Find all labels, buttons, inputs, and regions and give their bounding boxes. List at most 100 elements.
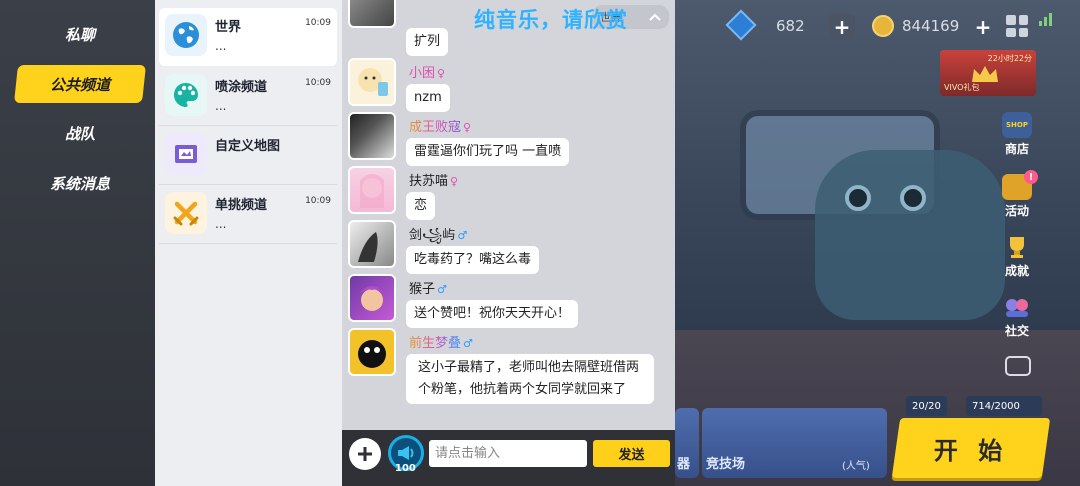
gender-male-icon: ♂ xyxy=(457,229,468,242)
achievement-label: 成就 xyxy=(1004,264,1029,278)
message-bubble: 这小子最精了，老师叫他去隔壁班借两个粉笔，他抗着两个女同学就回来了 xyxy=(406,354,654,404)
avatar[interactable] xyxy=(348,0,396,28)
robot-eye-left xyxy=(845,185,871,211)
palette-icon xyxy=(165,74,207,116)
vivo-label: VIVO礼包 xyxy=(944,83,980,92)
globe-icon xyxy=(165,14,207,56)
add-coins-button[interactable]: + xyxy=(970,14,996,40)
sender-name: 小困 ♀ xyxy=(409,62,445,81)
nav-system-messages[interactable]: 系统消息 xyxy=(16,164,144,202)
vivo-gift-banner[interactable]: 22小时22分 VIVO礼包 xyxy=(940,50,1036,96)
avatar[interactable] xyxy=(348,220,396,268)
sender-name-text: 小困 xyxy=(409,66,436,81)
sender-name-text: 猴子 xyxy=(409,282,436,297)
channel-preview: ... xyxy=(215,99,227,113)
channel-custom-map[interactable]: 自定义地图 xyxy=(159,127,337,185)
sender-name: 猴子 ♂ xyxy=(409,278,447,297)
mode-label: 器 xyxy=(677,457,691,472)
avatar[interactable] xyxy=(348,166,396,214)
shop-sign-text: SHOP xyxy=(1006,121,1028,129)
nav-public-channel[interactable]: 公共频道 xyxy=(14,65,146,103)
chat-toggle-icon[interactable] xyxy=(1005,356,1031,376)
activity-label: 活动 xyxy=(1004,204,1029,218)
progress-stat: 714/2000 xyxy=(966,396,1042,416)
send-button[interactable]: 发送 xyxy=(593,440,670,467)
progress-value: 714/2000 xyxy=(972,400,1020,412)
chat-input-bar: 100 发送 xyxy=(342,430,675,486)
sender-name-text: 剑꧁屿 xyxy=(409,228,456,243)
shop-icon: SHOP xyxy=(1002,112,1032,138)
popularity-label: (人气) xyxy=(842,461,870,472)
nav-team[interactable]: 战队 xyxy=(16,114,144,152)
channel-world[interactable]: 世界 10:09 ... xyxy=(159,8,337,66)
message-bubble: 雷霆逼你们玩了吗 一直喷 xyxy=(406,138,570,166)
message-bubble: 送个赞吧！祝你天天开心！ xyxy=(406,300,579,328)
social-button[interactable]: 社交 xyxy=(996,294,1038,344)
channel-time: 10:09 xyxy=(305,18,331,28)
shop-button[interactable]: SHOP 商店 xyxy=(996,112,1038,162)
message-bubble: 吃毒药了？嘴这么毒 xyxy=(406,246,540,274)
sender-name: 前生梦叠 ♂ xyxy=(409,332,473,351)
mode-card-left[interactable]: 器 xyxy=(675,408,699,478)
megaphone-icon xyxy=(398,446,414,460)
nav-public-channel-label: 公共频道 xyxy=(49,75,110,94)
plus-icon xyxy=(358,447,372,461)
sender-name-text: 前生梦叠 xyxy=(409,336,462,351)
announcement-text: 纯音乐，请欣赏 xyxy=(474,8,628,32)
map-icon xyxy=(165,133,207,175)
gender-male-icon: ♂ xyxy=(463,337,473,350)
gender-female-icon: ♀ xyxy=(437,67,446,80)
stamina-stat: 20/20 xyxy=(906,396,947,416)
channel-time: 10:09 xyxy=(305,78,331,88)
gender-female-icon: ♀ xyxy=(463,121,472,134)
menu-grid-icon[interactable] xyxy=(1006,15,1028,37)
avatar[interactable] xyxy=(348,328,396,376)
robot-character xyxy=(815,150,1005,320)
robot-eye-right xyxy=(900,185,926,211)
coin-count: 844169 xyxy=(902,17,960,35)
start-button[interactable]: 开 始 xyxy=(891,418,1051,478)
avatar[interactable] xyxy=(348,58,396,106)
gender-male-icon: ♂ xyxy=(437,283,447,296)
gender-female-icon: ♀ xyxy=(450,175,459,188)
add-button[interactable] xyxy=(349,438,381,470)
sender-name-text: 扶苏喵 xyxy=(409,174,449,189)
channel-preview: ... xyxy=(215,217,227,231)
swords-icon xyxy=(165,192,207,234)
sender-name: 扶苏喵 ♀ xyxy=(409,170,458,189)
channel-preview: ... xyxy=(215,39,227,53)
message-input[interactable] xyxy=(429,440,587,467)
start-label: 开 始 xyxy=(933,436,1009,465)
sender-name: 成王败寇 ♀ xyxy=(409,116,471,135)
avatar[interactable] xyxy=(348,112,396,160)
shop-label: 商店 xyxy=(1004,142,1029,156)
trophy-icon xyxy=(1002,234,1032,260)
vivo-timer: 22小时22分 xyxy=(987,54,1032,63)
notification-badge: ! xyxy=(1024,170,1038,184)
message-bubble: nzm xyxy=(406,84,450,112)
channel-time: 10:09 xyxy=(305,196,331,206)
friends-icon xyxy=(1002,294,1032,320)
channel-spray[interactable]: 喷涂频道 10:09 ... xyxy=(159,68,337,126)
arena-label: 竞技场 xyxy=(706,457,746,472)
channel-list: 世界 10:09 ... 喷涂频道 10:09 ... 自定义地图 单挑频道 1… xyxy=(155,0,342,486)
chevron-up-icon xyxy=(649,13,661,21)
chat-panel: 世界 纯音乐，请欣赏 扩列 小困 ♀ nzm 成王败寇 ♀ 雷霆逼你们玩了吗 一直喷 xyxy=(342,0,675,486)
arena-mode-card[interactable]: 竞技场 (人气) xyxy=(702,408,887,478)
channel-name: 自定义地图 xyxy=(215,139,281,154)
social-label: 社交 xyxy=(1004,324,1029,338)
gem-count: 682 xyxy=(776,17,805,35)
stamina-value: 20/20 xyxy=(912,400,941,412)
message-bubble: 扩列 xyxy=(406,28,449,56)
horn-count: 100 xyxy=(395,463,416,474)
nav-private-chat[interactable]: 私聊 xyxy=(16,15,144,53)
sender-name-text: 成王败寇 xyxy=(409,120,462,135)
channel-duel[interactable]: 单挑频道 10:09 ... xyxy=(159,186,337,244)
coin-icon xyxy=(872,15,894,37)
achievement-button[interactable]: 成就 xyxy=(996,234,1038,284)
avatar[interactable] xyxy=(348,274,396,322)
message-bubble: 恋 xyxy=(406,192,436,220)
add-gems-button[interactable]: + xyxy=(829,14,855,40)
signal-icon xyxy=(1039,13,1052,26)
activity-button[interactable]: ! 活动 xyxy=(996,170,1038,224)
